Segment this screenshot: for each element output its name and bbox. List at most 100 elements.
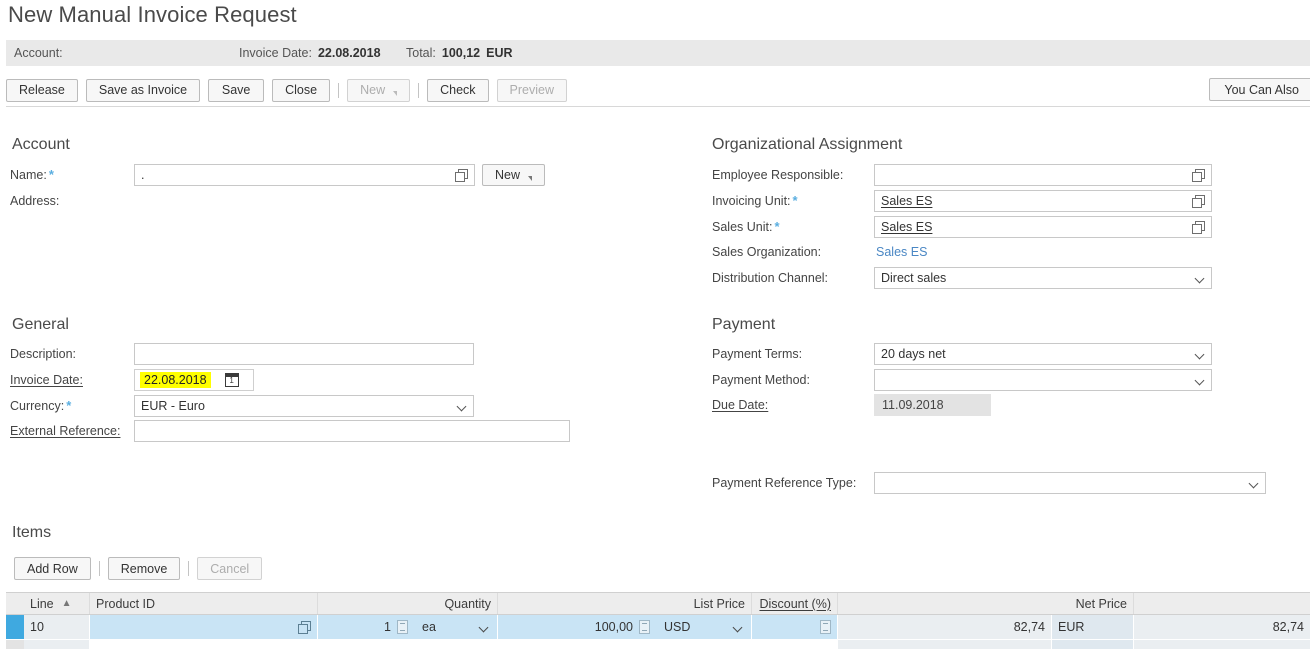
toolbar-separator: [98, 561, 100, 576]
chevron-down-icon[interactable]: [1250, 479, 1259, 488]
summary-total: Total: 100,12 EUR: [406, 46, 513, 60]
column-header-quantity[interactable]: Quantity: [318, 593, 498, 614]
chevron-down-icon: [393, 90, 398, 96]
save-button[interactable]: Save: [208, 78, 265, 102]
organizational-section-title: Organizational Assignment: [712, 136, 903, 153]
payment-reference-type-select[interactable]: [874, 472, 1266, 494]
cell-net-value: [1134, 640, 1310, 649]
new-menu-button[interactable]: New: [347, 78, 411, 102]
sales-organization-value[interactable]: Sales ES: [876, 245, 927, 259]
cell-product-id[interactable]: [90, 640, 318, 649]
account-name-value: .: [141, 168, 145, 182]
check-button[interactable]: Check: [427, 78, 489, 102]
value-help-icon[interactable]: [639, 620, 650, 634]
cell-quantity[interactable]: 1 ea: [318, 615, 498, 639]
chevron-down-icon[interactable]: [1196, 350, 1205, 359]
currency-select[interactable]: EUR - Euro: [134, 395, 474, 417]
release-button[interactable]: Release: [6, 78, 78, 102]
summary-total-currency: EUR: [486, 46, 513, 60]
employee-responsible-label: Employee Responsible:: [712, 168, 844, 182]
close-button[interactable]: Close: [272, 78, 331, 102]
value-help-icon[interactable]: [455, 168, 468, 182]
chevron-down-icon[interactable]: [480, 623, 489, 632]
remove-button[interactable]: Remove: [107, 557, 181, 580]
value-help-icon[interactable]: [820, 620, 831, 634]
summary-invoice-date-value: 22.08.2018: [317, 46, 381, 60]
chevron-down-icon[interactable]: [1196, 376, 1205, 385]
invoicing-unit-value: Sales ES: [881, 194, 933, 208]
cell-line: [24, 640, 90, 649]
row-selection-indicator[interactable]: [6, 615, 24, 639]
account-new-label: New: [495, 168, 521, 182]
cancel-button[interactable]: Cancel: [197, 557, 263, 580]
value-help-icon[interactable]: [1192, 168, 1205, 182]
sort-ascending-icon: ▲: [61, 597, 72, 609]
row-selection-indicator[interactable]: [6, 640, 24, 649]
distribution-channel-value: Direct sales: [881, 271, 947, 285]
cell-list-price[interactable]: [498, 640, 752, 649]
save-as-invoice-button[interactable]: Save as Invoice: [85, 78, 201, 102]
cell-discount[interactable]: [752, 615, 838, 639]
selection-column-header: [6, 593, 24, 614]
account-section-title: Account: [12, 136, 70, 153]
payment-section-title: Payment: [712, 316, 776, 333]
employee-responsible-field[interactable]: [874, 164, 1212, 186]
calendar-icon[interactable]: [224, 373, 239, 387]
distribution-channel-label: Distribution Channel:: [712, 271, 829, 285]
column-header-list-price[interactable]: List Price: [498, 593, 752, 614]
payment-terms-value: 20 days net: [881, 347, 946, 361]
preview-button[interactable]: Preview: [496, 78, 568, 102]
cell-list-price-currency[interactable]: USD: [656, 620, 751, 634]
currency-value: EUR - Euro: [141, 399, 205, 413]
sales-unit-field[interactable]: Sales ES: [874, 216, 1212, 238]
value-help-icon[interactable]: [397, 620, 408, 634]
cell-list-price-currency-value: USD: [664, 620, 691, 634]
required-indicator: *: [792, 193, 798, 208]
cell-uom[interactable]: ea: [414, 620, 497, 634]
chevron-down-icon[interactable]: [734, 623, 743, 632]
items-toolbar: Add Row Remove Cancel: [14, 557, 270, 580]
summary-account-label: Account:: [14, 46, 63, 60]
distribution-channel-select[interactable]: Direct sales: [874, 267, 1212, 289]
payment-terms-label: Payment Terms:: [712, 347, 803, 361]
items-section-title: Items: [12, 524, 52, 541]
cell-list-price-value: 100,00: [594, 620, 633, 634]
cell-uom-value: ea: [422, 620, 436, 634]
cell-net-price-currency: [1052, 640, 1134, 649]
account-name-field[interactable]: .: [134, 164, 475, 186]
chevron-down-icon: [528, 175, 533, 181]
cell-quantity[interactable]: [318, 640, 498, 649]
value-help-icon[interactable]: [1192, 220, 1205, 234]
summary-total-value: 100,12: [441, 46, 481, 60]
sales-unit-value: Sales ES: [881, 220, 933, 234]
cell-list-price[interactable]: 100,00 USD: [498, 615, 752, 639]
cell-quantity-amount[interactable]: 1: [318, 620, 414, 634]
column-header-line[interactable]: Line ▲: [24, 593, 90, 614]
chevron-down-icon[interactable]: [1196, 274, 1205, 283]
toolbar-right-group: You Can Also: [1209, 78, 1310, 101]
table-row[interactable]: 10 1 ea 100,00 USD 82,74 EUR 82,74: [6, 615, 1310, 640]
table-row[interactable]: [6, 640, 1310, 649]
value-help-icon[interactable]: [1192, 194, 1205, 208]
account-new-button[interactable]: New: [482, 164, 546, 186]
column-header-net-price[interactable]: Net Price: [838, 593, 1134, 614]
invoice-date-field[interactable]: 22.08.2018: [134, 369, 254, 391]
cell-discount[interactable]: [752, 640, 838, 649]
column-header-product-id[interactable]: Product ID: [90, 593, 318, 614]
description-field[interactable]: [134, 343, 474, 365]
cell-list-price-amount[interactable]: 100,00: [498, 620, 656, 634]
payment-method-select[interactable]: [874, 369, 1212, 391]
summary-invoice-date-label: Invoice Date:: [239, 46, 312, 60]
cell-net-price-currency: EUR: [1052, 615, 1134, 639]
chevron-down-icon[interactable]: [458, 402, 467, 411]
you-can-also-button[interactable]: You Can Also: [1209, 78, 1310, 101]
add-row-button[interactable]: Add Row: [14, 557, 91, 580]
payment-terms-select[interactable]: 20 days net: [874, 343, 1212, 365]
column-header-net-value: [1134, 593, 1310, 614]
external-reference-field[interactable]: [134, 420, 570, 442]
invoicing-unit-field[interactable]: Sales ES: [874, 190, 1212, 212]
summary-invoice-date: Invoice Date: 22.08.2018: [239, 46, 381, 60]
value-help-icon[interactable]: [298, 620, 311, 634]
cell-product-id[interactable]: [90, 615, 318, 639]
column-header-discount[interactable]: Discount (%): [752, 593, 838, 614]
